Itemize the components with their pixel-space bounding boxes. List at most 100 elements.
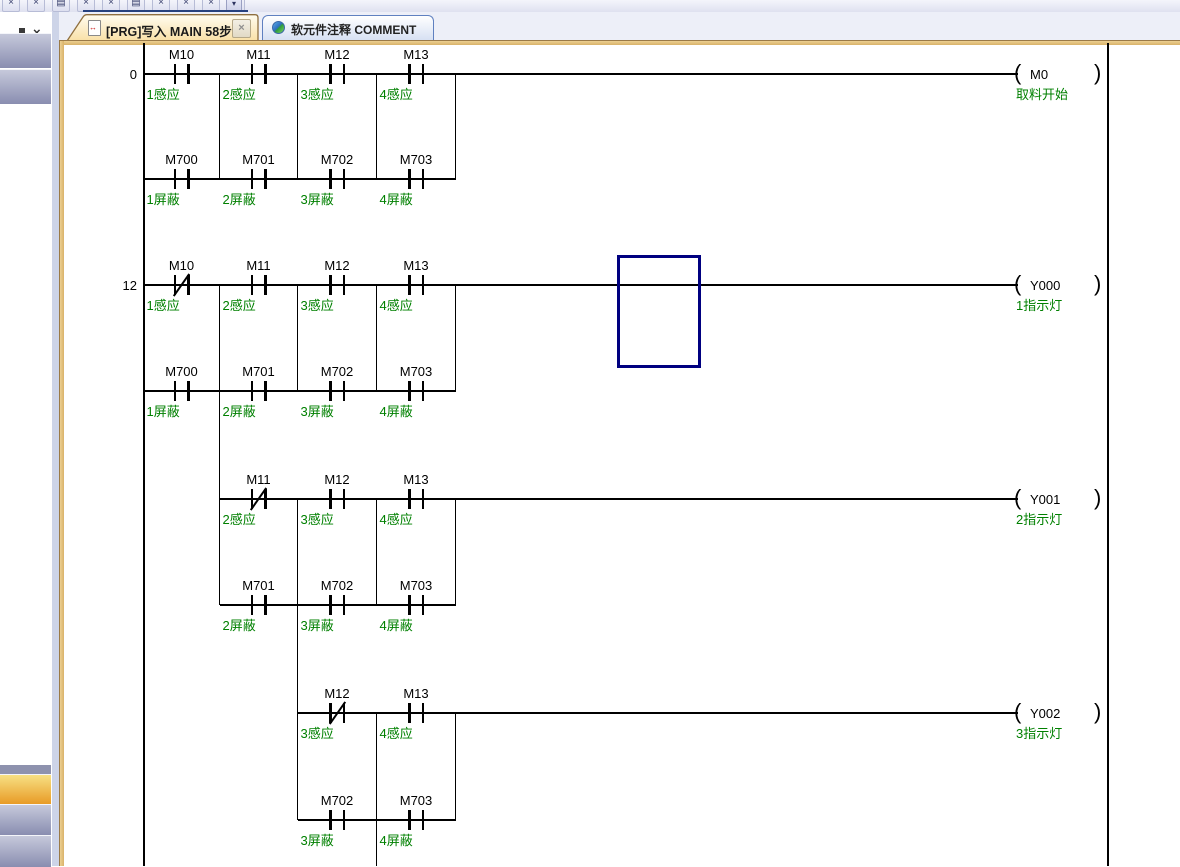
- contact-bar[interactable]: [422, 489, 425, 509]
- contact-device-label: M13: [403, 686, 428, 701]
- tab-close-button[interactable]: ×: [232, 19, 251, 38]
- contact-device-label: M702: [321, 793, 354, 808]
- selection-cursor[interactable]: [617, 255, 701, 368]
- contact-comment: 3感应: [301, 295, 334, 314]
- wire: [144, 73, 1019, 75]
- contact-bar[interactable]: [422, 703, 425, 723]
- contact-bar[interactable]: [251, 595, 254, 615]
- contact-bar[interactable]: [329, 595, 332, 615]
- contact-bar[interactable]: [422, 275, 425, 295]
- contact-bar[interactable]: [264, 489, 267, 509]
- contact-bar[interactable]: [329, 489, 332, 509]
- contact-device-label: M10: [169, 258, 194, 273]
- contact-bar[interactable]: [343, 810, 346, 830]
- contact-bar[interactable]: [187, 169, 190, 189]
- contact-device-label: M13: [403, 258, 428, 273]
- coil-comment: 取料开始: [1016, 84, 1068, 103]
- contact-bar[interactable]: [174, 169, 177, 189]
- comment-icon: [272, 21, 285, 34]
- contact-bar[interactable]: [408, 810, 411, 830]
- wire: [298, 712, 1019, 714]
- contact-bar[interactable]: [408, 64, 411, 84]
- contact-bar[interactable]: [174, 64, 177, 84]
- contact-bar[interactable]: [422, 64, 425, 84]
- coil-close-paren: ): [1094, 271, 1101, 297]
- contact-comment: 3屏蔽: [301, 189, 334, 208]
- contact-device-label: M702: [321, 578, 354, 593]
- contact-bar[interactable]: [251, 381, 254, 401]
- contact-bar[interactable]: [264, 595, 267, 615]
- contact-device-label: M703: [400, 793, 433, 808]
- coil-device-label[interactable]: Y000: [1030, 278, 1060, 293]
- coil-device-label[interactable]: Y002: [1030, 706, 1060, 721]
- nav-section-bar[interactable]: [0, 804, 51, 835]
- contact-bar[interactable]: [329, 381, 332, 401]
- contact-comment: 2屏蔽: [223, 401, 256, 420]
- contact-bar[interactable]: [264, 64, 267, 84]
- nav-section-bar[interactable]: [0, 69, 51, 104]
- contact-bar[interactable]: [408, 595, 411, 615]
- contact-bar[interactable]: [174, 381, 177, 401]
- contact-nc-slash: [328, 701, 345, 724]
- contact-bar[interactable]: [408, 489, 411, 509]
- contact-bar[interactable]: [251, 275, 254, 295]
- tab-device-comment[interactable]: 软元件注释 COMMENT: [262, 15, 434, 41]
- nav-section-bar[interactable]: [0, 835, 51, 867]
- contact-bar[interactable]: [174, 275, 177, 295]
- contact-bar[interactable]: [408, 381, 411, 401]
- contact-comment: 3感应: [301, 509, 334, 528]
- contact-device-label: M701: [242, 578, 275, 593]
- contact-bar[interactable]: [329, 169, 332, 189]
- wire: [143, 285, 145, 391]
- contact-bar[interactable]: [251, 489, 254, 509]
- nav-section-bar-selected[interactable]: [0, 774, 51, 804]
- coil-close-paren: ): [1094, 699, 1101, 725]
- toolbar-icon[interactable]: ▤: [52, 0, 70, 12]
- contact-comment: 4屏蔽: [380, 401, 413, 420]
- contact-device-label: M12: [324, 472, 349, 487]
- nav-section-bar[interactable]: [0, 33, 51, 68]
- contact-bar[interactable]: [343, 489, 346, 509]
- contact-bar[interactable]: [343, 595, 346, 615]
- panel-splitter[interactable]: [52, 12, 59, 866]
- contact-bar[interactable]: [422, 169, 425, 189]
- contact-bar[interactable]: [187, 381, 190, 401]
- contact-bar[interactable]: [422, 381, 425, 401]
- tab-program-main[interactable]: ↔ [PRG]写入 MAIN 58步 ×: [66, 14, 260, 41]
- contact-bar[interactable]: [343, 275, 346, 295]
- contact-bar[interactable]: [251, 169, 254, 189]
- contact-bar[interactable]: [408, 703, 411, 723]
- wire: [297, 74, 299, 179]
- contact-bar[interactable]: [343, 703, 346, 723]
- toolbar-icon[interactable]: ×: [27, 0, 45, 12]
- contact-bar[interactable]: [251, 64, 254, 84]
- contact-comment: 1感应: [147, 84, 180, 103]
- contact-bar[interactable]: [329, 810, 332, 830]
- contact-bar[interactable]: [264, 381, 267, 401]
- coil-device-label[interactable]: Y001: [1030, 492, 1060, 507]
- toolbar-icon[interactable]: ×: [2, 0, 20, 12]
- contact-bar[interactable]: [329, 275, 332, 295]
- wire: [376, 713, 378, 820]
- contact-comment: 4感应: [380, 509, 413, 528]
- contact-comment: 3屏蔽: [301, 830, 334, 849]
- contact-comment: 2感应: [223, 509, 256, 528]
- contact-device-label: M703: [400, 364, 433, 379]
- contact-bar[interactable]: [329, 703, 332, 723]
- contact-bar[interactable]: [343, 64, 346, 84]
- contact-bar[interactable]: [187, 64, 190, 84]
- contact-bar[interactable]: [408, 275, 411, 295]
- contact-bar[interactable]: [422, 810, 425, 830]
- wire: [455, 74, 457, 179]
- coil-device-label[interactable]: M0: [1030, 67, 1048, 82]
- contact-bar[interactable]: [329, 64, 332, 84]
- wire: [297, 285, 299, 391]
- nav-section-bar[interactable]: [0, 765, 51, 774]
- contact-bar[interactable]: [264, 275, 267, 295]
- contact-bar[interactable]: [408, 169, 411, 189]
- contact-bar[interactable]: [343, 169, 346, 189]
- contact-bar[interactable]: [187, 275, 190, 295]
- contact-bar[interactable]: [343, 381, 346, 401]
- contact-bar[interactable]: [422, 595, 425, 615]
- contact-bar[interactable]: [264, 169, 267, 189]
